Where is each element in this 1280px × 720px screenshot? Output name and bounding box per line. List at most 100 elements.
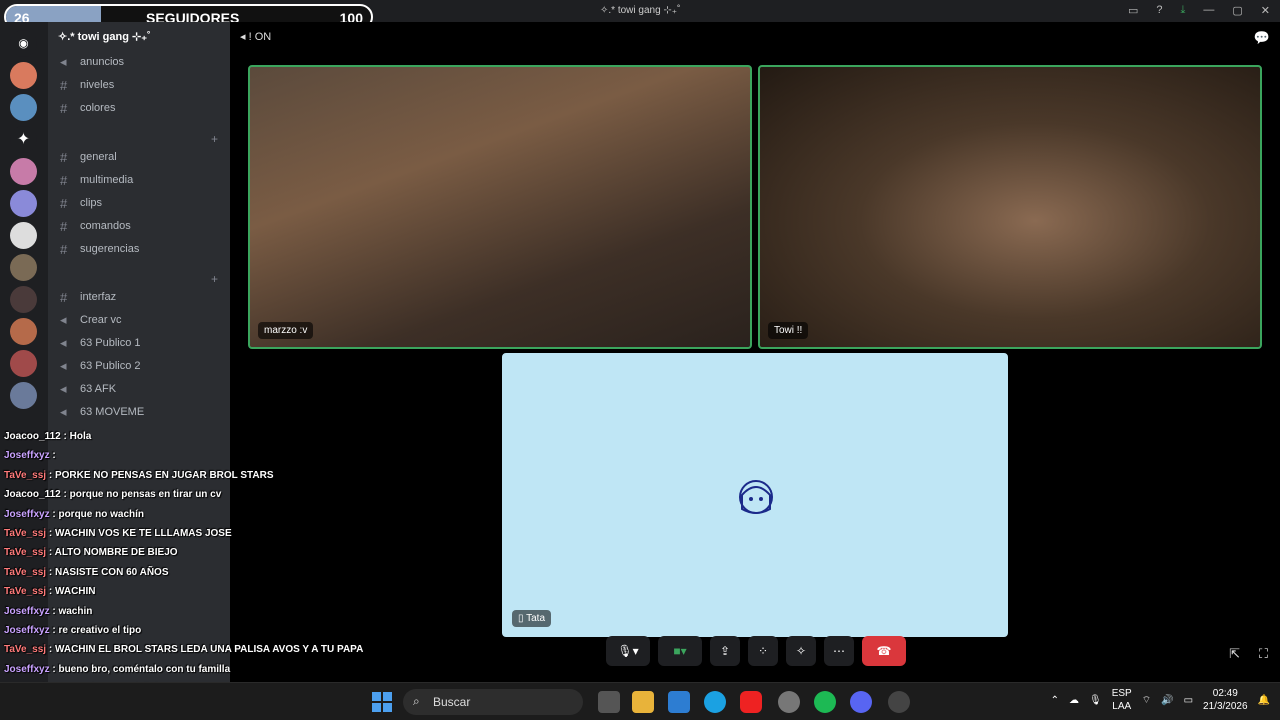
camera-button[interactable]: ■▾ bbox=[658, 636, 702, 666]
microphone-tray-icon[interactable]: 🎙 bbox=[1089, 695, 1102, 706]
window-title: ✧.* towi gang ⊹₊˚ bbox=[600, 5, 681, 16]
server-icon[interactable] bbox=[10, 254, 37, 281]
chat-username: Joseffxyz bbox=[4, 605, 50, 617]
channel-niveles[interactable]: # niveles bbox=[60, 75, 114, 95]
server-icon[interactable] bbox=[10, 190, 37, 217]
hash-icon: # bbox=[60, 172, 68, 188]
channel-general[interactable]: # general bbox=[60, 147, 117, 167]
taskbar-search[interactable]: ⌕ Buscar bbox=[403, 689, 583, 715]
server-icon[interactable] bbox=[10, 222, 37, 249]
server-icon[interactable] bbox=[10, 382, 37, 409]
server-icon[interactable] bbox=[10, 158, 37, 185]
chat-text: : wachin bbox=[52, 605, 93, 617]
server-icon[interactable] bbox=[10, 318, 37, 345]
input-language[interactable]: ESP LAA bbox=[1112, 687, 1132, 713]
store-icon[interactable] bbox=[668, 691, 690, 713]
channel-afk[interactable]: ◂ 63 AFK bbox=[60, 379, 116, 399]
server-icon[interactable] bbox=[10, 286, 37, 313]
chatgpt-icon[interactable] bbox=[778, 691, 800, 713]
channel-anuncios[interactable]: ◂ anuncios bbox=[60, 52, 124, 72]
hash-icon: # bbox=[60, 149, 68, 165]
channel-interfaz[interactable]: # interfaz bbox=[60, 287, 116, 307]
add-channel-icon[interactable]: + bbox=[211, 132, 218, 146]
server-icon[interactable] bbox=[10, 350, 37, 377]
close-icon[interactable]: ✕ bbox=[1261, 4, 1270, 17]
hash-icon: # bbox=[60, 77, 68, 93]
hash-icon: # bbox=[60, 289, 68, 305]
call-controls: 🎙▾ ■▾ ⇪ ⁘ ✧ ⋯ ☎ bbox=[606, 634, 906, 668]
maximize-icon[interactable]: ▢ bbox=[1232, 4, 1242, 17]
hash-icon: # bbox=[60, 218, 68, 234]
spotify-icon[interactable] bbox=[814, 691, 836, 713]
screen-share-button[interactable]: ⇪ bbox=[710, 636, 740, 666]
video-tile-marzzo[interactable]: marzzo :v bbox=[248, 65, 752, 349]
soundboard-button[interactable]: ✧ bbox=[786, 636, 816, 666]
speaker-icon: ◂ bbox=[60, 358, 67, 373]
chat-message: Joseffxyz : bueno bro, coméntalo con tu … bbox=[4, 664, 230, 675]
channel-multimedia[interactable]: # multimedia bbox=[60, 170, 133, 190]
channel-publico-2[interactable]: ◂ 63 Publico 2 bbox=[60, 356, 141, 376]
windows-start-icon[interactable] bbox=[372, 692, 392, 712]
cloud-icon[interactable]: ☁ bbox=[1069, 695, 1079, 706]
chat-text: : bbox=[52, 450, 56, 462]
chat-text: : PORKE NO PENSAS EN JUGAR BROL STARS bbox=[48, 469, 274, 481]
speaker-icon: ◂ bbox=[60, 381, 67, 396]
disconnect-button[interactable]: ☎ bbox=[862, 636, 906, 666]
popout-icon[interactable]: ⇱ bbox=[1229, 646, 1240, 662]
chat-bubble-icon[interactable]: 💬 bbox=[1254, 30, 1270, 46]
notification-icon[interactable]: 🔔 bbox=[1258, 695, 1270, 706]
chat-message: TaVe_ssj : WACHIN VOS KE TE LLLAMAS JOSE bbox=[4, 528, 232, 539]
server-icon[interactable] bbox=[10, 62, 37, 89]
youtube-icon[interactable] bbox=[740, 691, 762, 713]
edge-icon[interactable] bbox=[704, 691, 726, 713]
channel-publico-1[interactable]: ◂ 63 Publico 1 bbox=[60, 333, 141, 353]
server-name[interactable]: ✧.* towi gang ⊹₊˚ bbox=[58, 30, 151, 43]
chat-text: : porque no pensas en tirar un cv bbox=[63, 489, 222, 501]
chat-text: : WACHIN bbox=[48, 586, 96, 598]
server-icon[interactable] bbox=[10, 94, 37, 121]
chat-text: : Hola bbox=[63, 431, 92, 442]
chat-text: : ALTO NOMBRE DE BIEJO bbox=[48, 547, 178, 559]
chat-text: : WACHIN EL BROL STARS LEDA UNA PALISA A… bbox=[48, 644, 364, 656]
discord-taskbar-icon[interactable] bbox=[850, 691, 872, 713]
volume-icon[interactable]: 🔊 bbox=[1161, 695, 1173, 706]
battery-icon[interactable]: ▭ bbox=[1184, 695, 1193, 706]
chat-text: : NASISTE CON 60 AÑOS bbox=[48, 566, 169, 578]
add-channel-icon[interactable]: + bbox=[211, 272, 218, 286]
video-tile-towi[interactable]: Towi !! bbox=[758, 65, 1262, 349]
chat-username: Joseffxyz bbox=[4, 450, 50, 462]
obs-icon[interactable] bbox=[888, 691, 910, 713]
file-explorer-icon[interactable] bbox=[632, 691, 654, 713]
channel-sidebar: ✧.* towi gang ⊹₊˚ ◂ anuncios # niveles # co… bbox=[48, 22, 230, 682]
speaker-icon: ◂ bbox=[60, 335, 67, 350]
discord-home-icon[interactable]: ◉ bbox=[10, 30, 37, 57]
voice-call-area: ◂ ! ON 💬 marzzo :v Towi !! ▯ Tata 🎙▾ ■▾ … bbox=[230, 22, 1280, 682]
clock[interactable]: 02:49 21/3/2026 bbox=[1203, 687, 1248, 713]
minimize-icon[interactable]: — bbox=[1203, 4, 1214, 17]
inbox-icon[interactable]: ▭ bbox=[1128, 4, 1138, 17]
channel-clips[interactable]: # clips bbox=[60, 193, 102, 213]
microphone-button[interactable]: 🎙▾ bbox=[606, 636, 650, 666]
channel-moveme[interactable]: ◂ 63 MOVEME bbox=[60, 402, 144, 422]
system-tray: ⌃ ☁ 🎙 ESP LAA ⌔ 🔊 ▭ 02:49 21/3/2026 🔔 bbox=[1051, 687, 1270, 713]
chat-username: Joacoo_112 bbox=[4, 431, 61, 442]
help-icon[interactable]: ? bbox=[1156, 4, 1162, 17]
channel-crear-vc[interactable]: ◂ Crear vc bbox=[60, 310, 122, 330]
more-options-button[interactable]: ⋯ bbox=[824, 636, 854, 666]
video-tile-tata[interactable]: ▯ Tata bbox=[502, 353, 1008, 637]
add-server-icon[interactable]: ✦ bbox=[10, 126, 37, 153]
channel-comandos[interactable]: # comandos bbox=[60, 216, 131, 236]
participant-name: Towi !! bbox=[768, 322, 809, 339]
chevron-up-icon[interactable]: ⌃ bbox=[1051, 695, 1059, 706]
chat-message: Joseffxyz : wachin bbox=[4, 606, 92, 617]
activities-button[interactable]: ⁘ bbox=[748, 636, 778, 666]
chat-username: TaVe_ssj bbox=[4, 469, 47, 481]
channel-sugerencias[interactable]: # sugerencias bbox=[60, 239, 139, 259]
channel-colores[interactable]: # colores bbox=[60, 98, 115, 118]
participant-name: ▯ Tata bbox=[512, 610, 552, 627]
download-icon[interactable]: ⤓ bbox=[1181, 4, 1186, 17]
wifi-icon[interactable]: ⌔ bbox=[1142, 694, 1151, 707]
megaphone-icon: ◂ bbox=[60, 54, 67, 69]
fullscreen-icon[interactable]: ⛶ bbox=[1259, 646, 1268, 662]
task-view-icon[interactable] bbox=[598, 691, 620, 713]
